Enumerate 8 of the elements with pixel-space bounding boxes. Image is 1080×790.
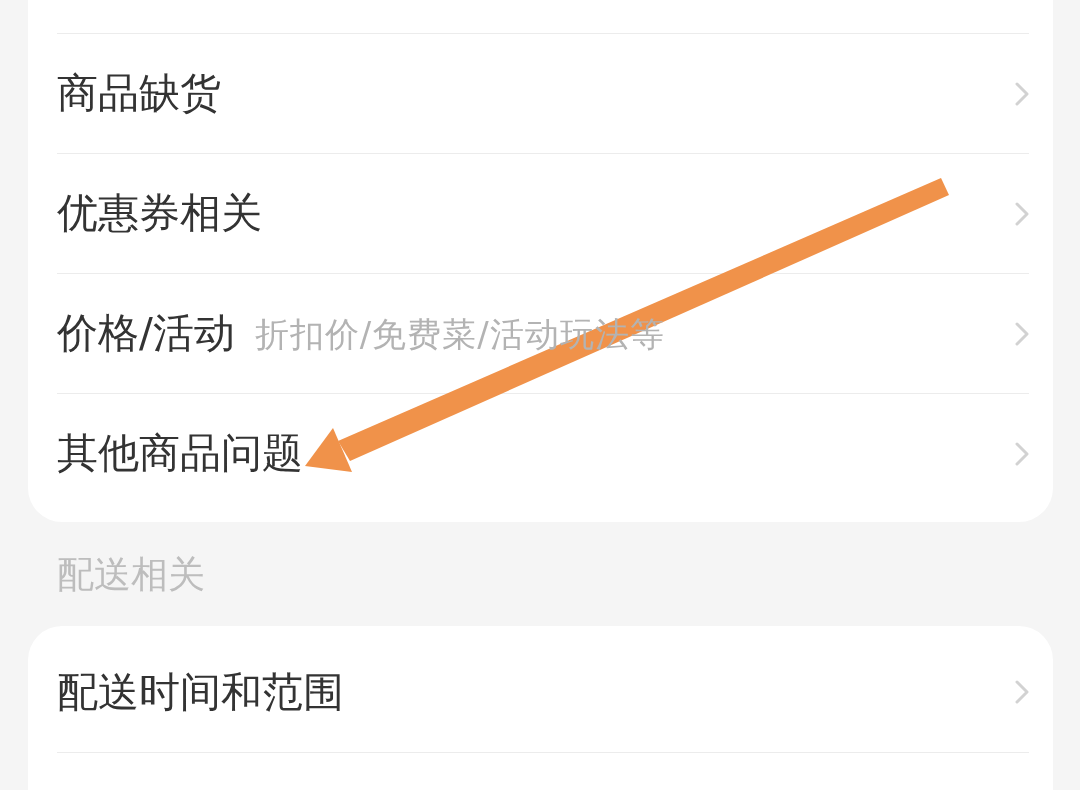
- chevron-right-icon: [1015, 680, 1029, 704]
- menu-item[interactable]: 商品缺货: [57, 33, 1029, 153]
- chevron-right-icon: [1015, 201, 1029, 226]
- chevron-right-icon: [1015, 81, 1029, 106]
- chevron-right-icon: [1015, 321, 1029, 346]
- section-title: 配送相关: [57, 555, 205, 593]
- chevron-right-icon: [1015, 441, 1029, 466]
- menu-item[interactable]: 配送时间和范围: [57, 632, 1029, 752]
